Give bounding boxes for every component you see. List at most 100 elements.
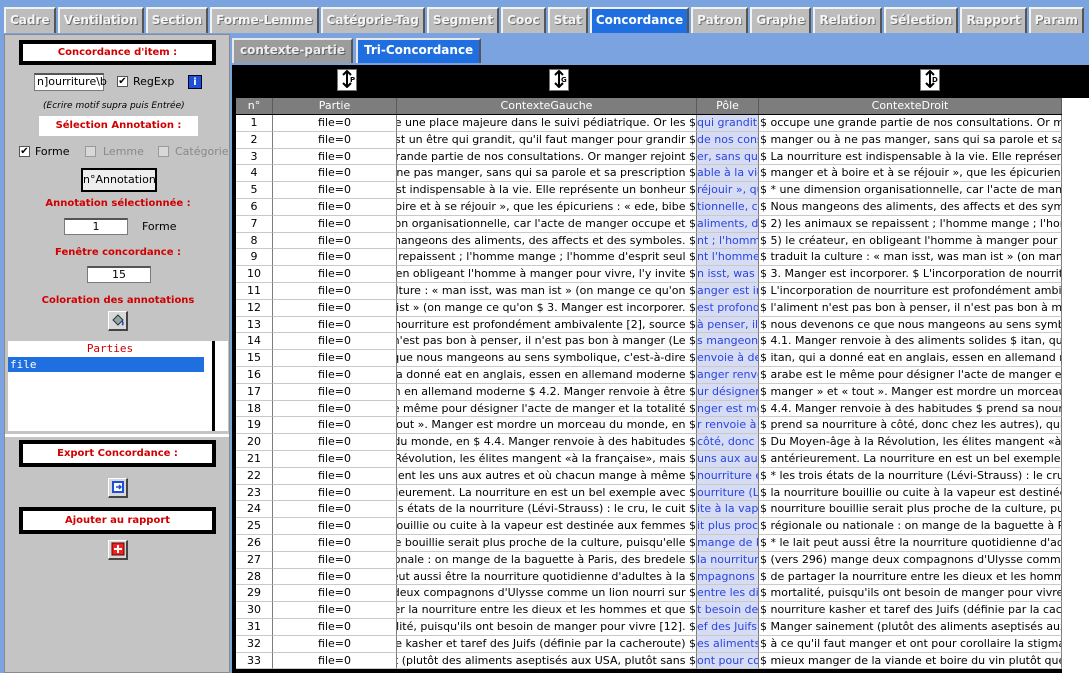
- contexte-gauche-text: me $ antérieurement. La nourriture en es…: [397, 485, 696, 499]
- tab-concordance[interactable]: Concordance: [589, 7, 690, 33]
- tab-cat-gorie-tag[interactable]: Catégorie-Tag: [320, 7, 425, 33]
- table-row[interactable]: 27file=0e ou nationale : on mange de la …: [236, 551, 1062, 569]
- contexte-gauche-text: $ nourriture bouillie serait plus proche…: [397, 535, 696, 549]
- table-row[interactable]: 31file=0ue $ mortalité, puisqu'ils ont b…: [236, 618, 1062, 636]
- col-header-contexte-gauche[interactable]: ContexteGauche: [397, 98, 697, 114]
- subtab-tri-concordance[interactable]: Tri-Concordance: [355, 38, 482, 63]
- tab-patron[interactable]: Patron: [691, 7, 749, 33]
- table-row[interactable]: 1file=0on occupe une place majeure dans …: [236, 115, 1062, 132]
- table-row[interactable]: 7file=0e dimension organisationnelle, ca…: [236, 215, 1062, 233]
- cell-contexte-droit: $ manger et à boire et à se réjouir », q…: [759, 165, 1062, 183]
- regexp-checkbox[interactable]: ✔: [117, 76, 128, 87]
- forme-checkbox[interactable]: ✔: [19, 146, 30, 157]
- col-header-contexte-droit[interactable]: ContexteDroit: [759, 98, 1062, 114]
- cell-partie: file=0: [273, 215, 397, 233]
- tab-forme-lemme[interactable]: Forme-Lemme: [210, 7, 319, 33]
- col-header-partie[interactable]: Partie: [273, 98, 397, 114]
- cell-contexte-droit: $ manger » et « tout ». Manger est mordr…: [759, 383, 1062, 401]
- tab-cadre[interactable]: Cadre: [4, 7, 56, 33]
- table-row[interactable]: 33file=0sainement (plutôt des aliments a…: [236, 652, 1062, 670]
- tab-ventilation[interactable]: Ventilation: [57, 7, 144, 33]
- table-row[interactable]: 16file=0itan, qui a donné eat en anglais…: [236, 366, 1062, 384]
- table-row[interactable]: 12file=0was man ist » (on mange ce qu'on…: [236, 299, 1062, 317]
- table-row[interactable]: 13file=0oration de nourriture est profon…: [236, 316, 1062, 334]
- table-row[interactable]: 32file=0nourriture kasher et taref des J…: [236, 635, 1062, 653]
- cell-contexte-droit: $ * les trois états de la nourriture (Lé…: [759, 467, 1062, 485]
- cell-contexte-droit: $ nourriture bouillie serait plus proche…: [759, 501, 1062, 519]
- subtab-contexte-partie[interactable]: contexte-partie: [232, 38, 353, 63]
- table-row[interactable]: 30file=0e de partager la nourriture entr…: [236, 602, 1062, 619]
- annotation-number-button[interactable]: n°Annotation: [81, 168, 157, 192]
- concordance-window-title: Fenêtre concordance :: [55, 247, 181, 258]
- table-row[interactable]: 20file=0orceau du monde, en $ 4.4. Mange…: [236, 434, 1062, 451]
- table-row[interactable]: 11file=0aduit la culture : « man isst, w…: [236, 282, 1062, 300]
- table-row[interactable]: 14file=0'aliment n'est pas bon à penser,…: [236, 333, 1062, 351]
- tab-cooc[interactable]: Cooc: [501, 7, 546, 33]
- add-report-icon[interactable]: [108, 540, 128, 560]
- search-pattern-input[interactable]: n]ourriture\b: [34, 73, 107, 91]
- table-row[interactable]: 6file=0ger et à boire et à se réjouir »,…: [236, 198, 1062, 216]
- table-row[interactable]: 26file=0$ nourriture bouillie serait plu…: [236, 534, 1062, 552]
- cell-number: 4: [236, 165, 273, 183]
- contexte-gauche-text: ue $ mortalité, puisqu'ils ont besoin de…: [397, 619, 696, 633]
- table-row[interactable]: 28file=0* le lait peut aussi être la nou…: [236, 568, 1062, 586]
- export-icon[interactable]: [108, 478, 128, 498]
- sort-gauche-button[interactable]: G: [549, 69, 569, 91]
- table-row[interactable]: 9file=0nimaux se repaissent ; l'homme ma…: [236, 249, 1062, 267]
- table-row[interactable]: 25file=0ourriture bouillie ou cuite à la…: [236, 518, 1062, 535]
- tab-section[interactable]: Section: [145, 7, 209, 33]
- col-header-n[interactable]: n°: [236, 98, 273, 114]
- annotation-value-field[interactable]: 1: [64, 218, 128, 235]
- tab-stat[interactable]: Stat: [547, 7, 588, 33]
- col-header-pole[interactable]: Pôle: [697, 98, 759, 114]
- cell-contexte-gauche: nourriture kasher et taref des Juifs (dé…: [397, 635, 697, 653]
- table-row[interactable]: 2file=0e l'enfant est un être qui grandi…: [236, 131, 1062, 149]
- cell-partie: file=0: [273, 115, 397, 132]
- cell-contexte-gauche: ger et à boire et à se réjouir », que le…: [397, 198, 697, 216]
- cell-contexte-droit: $ 4.4. Manger renvoie à des habitudes $ …: [759, 400, 1062, 418]
- table-row[interactable]: 19file=0er » et « tout ». Manger est mor…: [236, 417, 1062, 435]
- cell-pole: nourriture en e: [697, 467, 759, 485]
- table-row[interactable]: 23file=0me $ antérieurement. La nourritu…: [236, 484, 1062, 502]
- table-row[interactable]: 21file=0-âge à la Révolution, les élites…: [236, 450, 1062, 468]
- cell-contexte-gauche: -âge à la Révolution, les élites mangent…: [397, 450, 697, 468]
- parties-scrollbar[interactable]: [212, 341, 228, 431]
- selection-annotation-title: Sélection Annotation :: [39, 116, 198, 136]
- table-right-margin: [1062, 98, 1089, 673]
- cell-partie: file=0: [273, 635, 397, 653]
- table-row[interactable]: 3file=0upe une grande partie de nos cons…: [236, 148, 1062, 166]
- table-row[interactable]: 18file=0arabe est le même pour désigner …: [236, 400, 1062, 418]
- parties-list[interactable]: Parties file: [8, 341, 212, 431]
- forme-label: Forme: [35, 145, 70, 158]
- sort-droit-button[interactable]: D: [920, 69, 940, 91]
- table-row[interactable]: 8file=0$ Nous mangeons des aliments, des…: [236, 232, 1062, 250]
- table-row[interactable]: 10file=0créateur, en obligeant l'homme à…: [236, 266, 1062, 283]
- contexte-gauche-text: er ou à ne pas manger, sans qui sa parol…: [397, 166, 696, 180]
- window-size-field[interactable]: 15: [87, 266, 151, 283]
- tab-param[interactable]: Param: [1028, 7, 1084, 33]
- table-row[interactable]: 5file=0ourriture est indispensable à la …: [236, 182, 1062, 199]
- info-icon[interactable]: i: [188, 75, 202, 89]
- cell-contexte-droit: $ 3. Manger est incorporer. $ L'incorpor…: [759, 266, 1062, 283]
- table-row[interactable]: 17file=0lais, essen en allemand moderne …: [236, 383, 1062, 401]
- cell-number: 17: [236, 383, 273, 401]
- table-row[interactable]: 15file=0nons ce que nous mangeons au sen…: [236, 350, 1062, 367]
- table-row[interactable]: 24file=0$ * les trois états de la nourri…: [236, 501, 1062, 519]
- lemme-checkbox[interactable]: [85, 146, 96, 157]
- cell-number: 26: [236, 534, 273, 552]
- categorie-checkbox[interactable]: [158, 146, 169, 157]
- table-row[interactable]: 22file=0e succèdent les uns aux autres e…: [236, 467, 1062, 485]
- tab-rapport[interactable]: Rapport: [960, 7, 1027, 33]
- tab-s-lection[interactable]: Sélection: [883, 7, 959, 33]
- tab-relation[interactable]: Relation: [813, 7, 882, 33]
- tab-graphe[interactable]: Graphe: [750, 7, 812, 33]
- parties-item[interactable]: file: [8, 357, 204, 372]
- table-row[interactable]: 4file=0er ou à ne pas manger, sans qui s…: [236, 165, 1062, 183]
- sort-partie-button[interactable]: P: [337, 69, 357, 91]
- paint-bucket-icon[interactable]: [108, 311, 128, 331]
- table-row[interactable]: 29file=0) mange deux compagnons d'Ulysse…: [236, 585, 1062, 603]
- cell-contexte-gauche: nimaux se repaissent ; l'homme mange ; l…: [397, 249, 697, 267]
- tab-segment[interactable]: Segment: [426, 7, 500, 33]
- contexte-gauche-text: e l'enfant est un être qui grandit, qu'i…: [397, 132, 696, 146]
- cell-partie: file=0: [273, 501, 397, 519]
